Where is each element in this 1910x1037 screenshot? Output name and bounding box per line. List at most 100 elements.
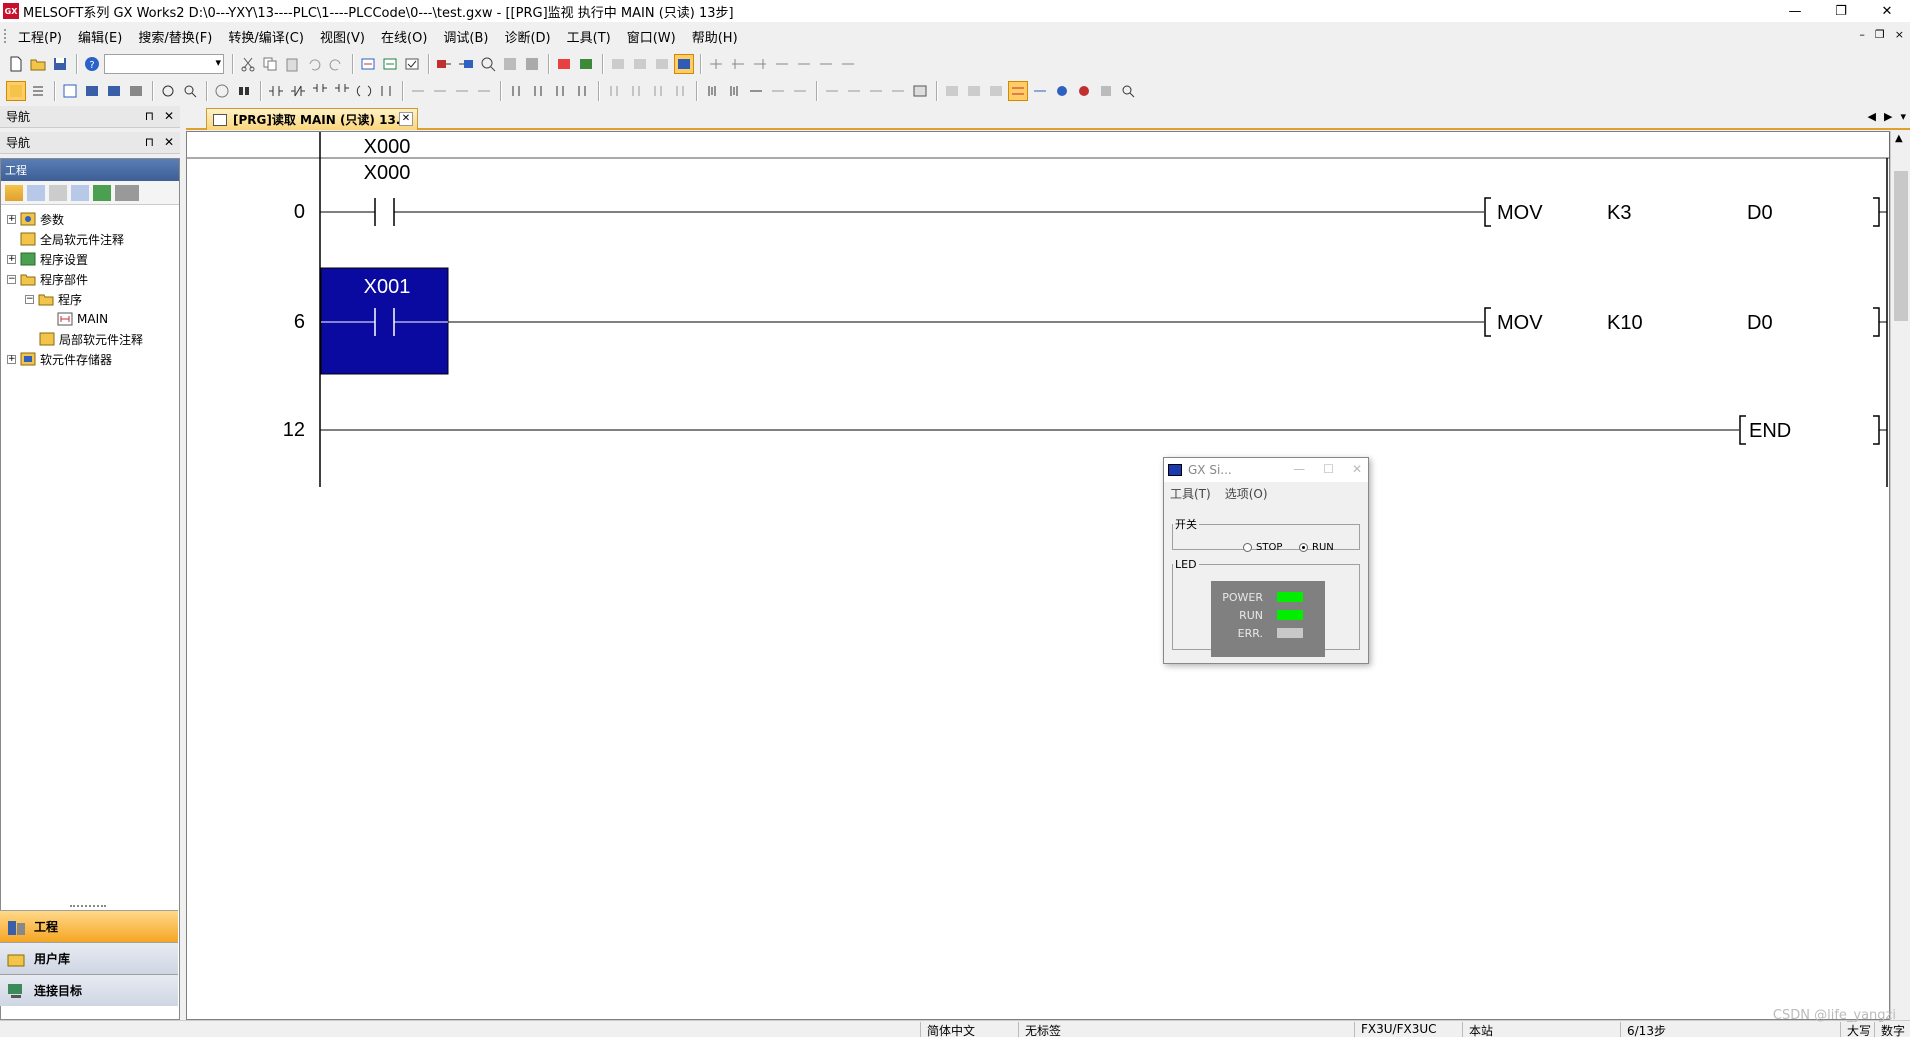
- menu-window[interactable]: 窗口(W): [619, 27, 684, 46]
- monitor-stop-icon[interactable]: [1074, 81, 1094, 101]
- menu-view[interactable]: 视图(V): [312, 27, 373, 46]
- ladder-tool-icon[interactable]: [430, 81, 450, 101]
- device-icon[interactable]: [82, 81, 102, 101]
- ladder-tool-icon[interactable]: [772, 54, 792, 74]
- mdi-minimize-button[interactable]: –: [1859, 28, 1865, 41]
- expand-toggle[interactable]: +: [7, 354, 16, 364]
- menu-convert-compile[interactable]: 转换/编译(C): [220, 27, 312, 46]
- menu-help[interactable]: 帮助(H): [684, 27, 746, 46]
- cut-icon[interactable]: [238, 54, 258, 74]
- scrollbar-thumb[interactable]: [1894, 171, 1908, 321]
- run-radio[interactable]: RUN: [1299, 542, 1334, 553]
- coil-icon[interactable]: [354, 81, 374, 101]
- scroll-up-icon[interactable]: ▲: [1895, 133, 1903, 144]
- remote-icon[interactable]: [500, 54, 520, 74]
- run-radio-circle[interactable]: [1299, 543, 1308, 552]
- save-icon[interactable]: [50, 54, 70, 74]
- verify-plc-icon[interactable]: [478, 54, 498, 74]
- ladder-tool-icon[interactable]: [942, 81, 962, 101]
- property-icon[interactable]: [71, 184, 89, 201]
- paste-icon[interactable]: [282, 54, 302, 74]
- ladder-tool-icon[interactable]: [838, 54, 858, 74]
- disabled-tool-icon[interactable]: [608, 54, 628, 74]
- mdi-close-button[interactable]: ×: [1895, 28, 1904, 41]
- delete-data-icon[interactable]: [49, 184, 67, 201]
- pin-icon[interactable]: ⊓: [145, 135, 154, 149]
- restore-button[interactable]: ❐: [1818, 0, 1864, 22]
- ladder-tool-icon[interactable]: [986, 81, 1006, 101]
- ladder-tool-icon[interactable]: [728, 54, 748, 74]
- window-icon[interactable]: [60, 81, 80, 101]
- tree-item-pou[interactable]: − 程序部件: [1, 269, 179, 289]
- ladder-tool-icon[interactable]: [888, 81, 908, 101]
- undo-icon[interactable]: [304, 54, 324, 74]
- ladder-tool-icon[interactable]: [648, 81, 668, 101]
- stop-radio[interactable]: STOP: [1243, 542, 1282, 553]
- parallel-contact-icon[interactable]: [310, 81, 330, 101]
- ladder-tool-icon[interactable]: [572, 81, 592, 101]
- ladder-tool-icon[interactable]: [528, 81, 548, 101]
- device-icon[interactable]: [126, 81, 146, 101]
- tree-item-local-comment[interactable]: 局部软元件注释: [1, 329, 179, 349]
- new-file-icon[interactable]: [6, 54, 26, 74]
- tab-main-program[interactable]: [PRG]读取 MAIN (只读) 13... ✕: [206, 108, 418, 130]
- zoom-icon[interactable]: [1118, 81, 1138, 101]
- tree-item-global-comment[interactable]: 全局软元件注释: [1, 229, 179, 249]
- instruction-icon[interactable]: [376, 81, 396, 101]
- help-icon[interactable]: ?: [82, 54, 102, 74]
- menu-edit[interactable]: 编辑(E): [70, 27, 130, 46]
- help-icon[interactable]: [212, 81, 232, 101]
- open-contact-icon[interactable]: [266, 81, 286, 101]
- menu-diagnostics[interactable]: 诊断(D): [496, 27, 558, 46]
- new-data-icon[interactable]: [5, 184, 23, 201]
- binoculars-icon[interactable]: [234, 81, 254, 101]
- device-icon[interactable]: [104, 81, 124, 101]
- simulator-menu-options[interactable]: 选项(O): [1225, 485, 1268, 502]
- toolbar-combo[interactable]: [104, 54, 224, 74]
- close-button[interactable]: ✕: [1864, 0, 1910, 22]
- tab-project[interactable]: 工程: [0, 910, 178, 942]
- ladder-tool-icon[interactable]: [822, 81, 842, 101]
- tree-item-parameters[interactable]: + 参数: [1, 209, 179, 229]
- ladder-tool-icon[interactable]: [964, 81, 984, 101]
- ladder-tool-icon[interactable]: [866, 81, 886, 101]
- close-contact-icon[interactable]: [288, 81, 308, 101]
- close-icon[interactable]: ✕: [164, 109, 174, 123]
- watch-icon[interactable]: [158, 81, 178, 101]
- ladder-tool-icon[interactable]: [750, 54, 770, 74]
- ladder-tool-icon[interactable]: [706, 54, 726, 74]
- find-icon[interactable]: [180, 81, 200, 101]
- ladder-tool-icon[interactable]: [626, 81, 646, 101]
- tab-close-button[interactable]: ✕: [399, 112, 413, 126]
- check-icon[interactable]: [402, 54, 422, 74]
- close-icon[interactable]: ✕: [164, 135, 174, 149]
- tab-connection-destination[interactable]: 连接目标: [0, 974, 178, 1006]
- menu-debug[interactable]: 调试(B): [435, 27, 496, 46]
- list-view-icon[interactable]: [28, 81, 48, 101]
- compile-all-icon[interactable]: [380, 54, 400, 74]
- refresh-icon[interactable]: [93, 184, 111, 201]
- mdi-restore-button[interactable]: ❐: [1875, 28, 1885, 41]
- monitor-write-icon[interactable]: [1030, 81, 1050, 101]
- stop-radio-circle[interactable]: [1243, 543, 1252, 552]
- ladder-editor[interactable]: X000 0 X000 MOV K3 D0 6 X001 MOV K10 D0 …: [186, 131, 1891, 1020]
- tree-item-program-settings[interactable]: + 程序设置: [1, 249, 179, 269]
- monitor-start-icon[interactable]: [1052, 81, 1072, 101]
- menu-tools[interactable]: 工具(T): [559, 27, 619, 46]
- copy-data-icon[interactable]: [27, 184, 45, 201]
- ladder-tool-icon[interactable]: [670, 81, 690, 101]
- project-view-icon[interactable]: [6, 81, 26, 101]
- monitor-all-icon[interactable]: [1096, 81, 1116, 101]
- disabled-tool-icon[interactable]: [652, 54, 672, 74]
- expand-toggle[interactable]: −: [7, 274, 16, 284]
- ladder-tool-icon[interactable]: [844, 81, 864, 101]
- ladder-tool-icon[interactable]: [506, 81, 526, 101]
- monitor-icon[interactable]: [522, 54, 542, 74]
- simulator-title-bar[interactable]: GX Si... — ☐ ✕: [1164, 458, 1368, 482]
- tree-item-main[interactable]: MAIN: [1, 309, 179, 329]
- tab-user-library[interactable]: 用户库: [0, 942, 178, 974]
- expand-toggle[interactable]: −: [25, 294, 34, 304]
- ladder-tool-icon[interactable]: [768, 81, 788, 101]
- menu-find-replace[interactable]: 搜索/替换(F): [130, 27, 220, 46]
- ladder-tool-icon[interactable]: [452, 81, 472, 101]
